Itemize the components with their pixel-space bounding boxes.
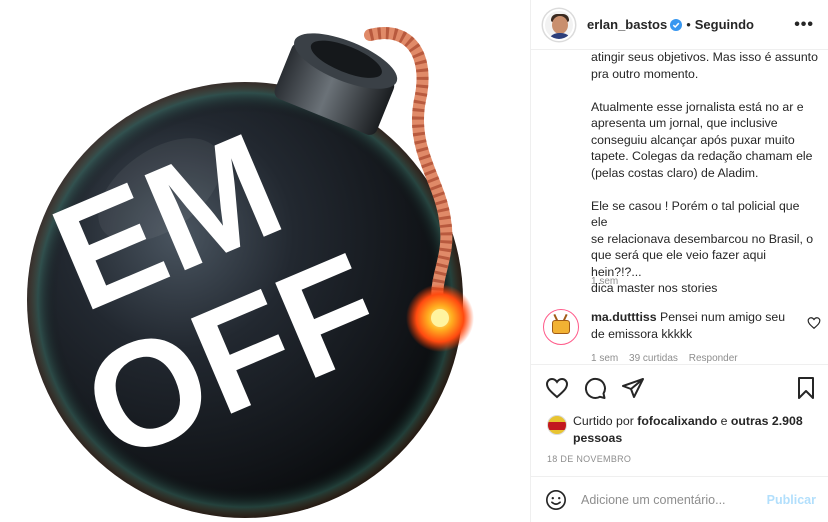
post-header: erlan_bastos • Seguindo ••• — [531, 0, 828, 50]
comment-heart-icon[interactable] — [807, 316, 821, 330]
action-bar — [545, 376, 645, 400]
reply-button[interactable]: Responder — [689, 353, 738, 364]
comments-section: atingir seus objetivos. Mas isso é assun… — [531, 50, 828, 364]
comment-body: ma.dutttiss Pensei num amigo seu de emis… — [591, 309, 791, 342]
instagram-post: EM OFF erlan_bastos • Seguindo ••• ating… — [0, 0, 828, 522]
post-date[interactable]: 18 DE NOVEMBRO — [547, 454, 631, 464]
likes-text: Curtido por fofocalixando e outras 2.908… — [573, 413, 813, 446]
share-icon[interactable] — [621, 376, 645, 400]
comment-input[interactable] — [581, 489, 756, 511]
likes-prefix: Curtido por — [573, 414, 634, 428]
author-avatar[interactable] — [543, 8, 575, 41]
emoji-icon[interactable] — [545, 489, 567, 511]
caption-time[interactable]: 1 sem — [591, 276, 618, 287]
actions-area: Curtido por fofocalixando e outras 2.908… — [531, 364, 828, 476]
commenter-avatar[interactable] — [543, 309, 579, 345]
comment-time[interactable]: 1 sem — [591, 353, 618, 364]
following-button[interactable]: Seguindo — [695, 17, 754, 32]
likes-connector: e — [720, 414, 728, 428]
publish-button[interactable]: Publicar — [767, 493, 816, 507]
save-icon[interactable] — [794, 376, 818, 400]
more-horizontal-icon[interactable]: ••• — [794, 16, 814, 34]
add-comment-bar: Publicar — [531, 476, 828, 522]
caption-text: atingir seus objetivos. Mas isso é assun… — [591, 50, 818, 295]
bomb-illustration: EM OFF — [27, 27, 474, 518]
separator: • — [686, 17, 691, 32]
heart-icon[interactable] — [545, 376, 569, 400]
post-image[interactable]: EM OFF — [0, 0, 531, 522]
verified-badge-icon — [670, 18, 683, 31]
post-panel: erlan_bastos • Seguindo ••• atingir seus… — [531, 0, 828, 522]
commenter-username[interactable]: ma.dutttiss — [591, 310, 657, 324]
author-username[interactable]: erlan_bastos — [587, 17, 667, 32]
liker-username[interactable]: fofocalixando — [637, 414, 717, 428]
liker-avatar[interactable] — [547, 415, 567, 435]
comment-likes[interactable]: 39 curtidas — [629, 353, 678, 364]
comment-icon[interactable] — [583, 376, 607, 400]
comment-meta: 1 sem 39 curtidas Responder — [591, 353, 746, 364]
